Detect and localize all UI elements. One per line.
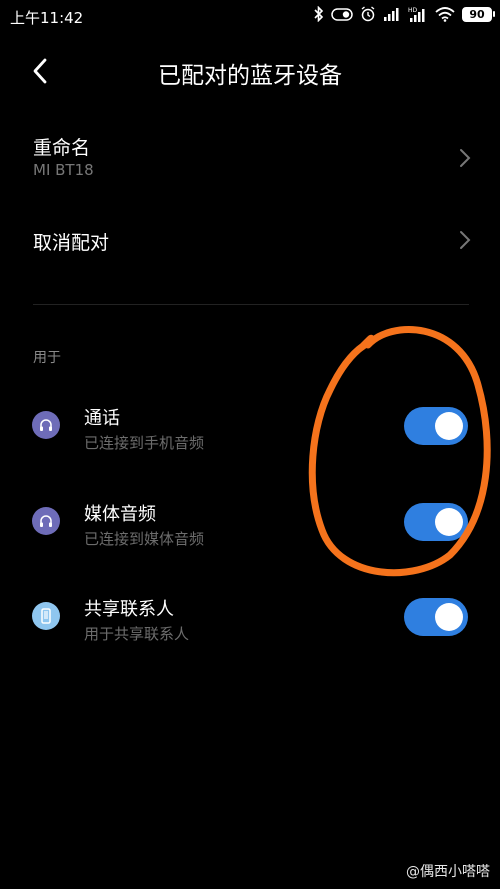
call-toggle[interactable]: [404, 407, 468, 445]
toggle-knob: [435, 508, 463, 536]
status-time: 上午11:42: [10, 9, 84, 27]
profile-title: 通话: [84, 408, 120, 429]
profile-row-media[interactable]: 媒体音频 已连接到媒体音频: [0, 488, 500, 558]
status-bar: 上午11:42 HD 90: [0, 0, 500, 34]
profile-subtitle: 已连接到手机音频: [84, 434, 205, 452]
profile-subtitle: 已连接到媒体音频: [84, 530, 205, 548]
toggle-icon: [331, 7, 353, 21]
svg-text:HD: HD: [408, 7, 418, 14]
device-name: MI BT18: [33, 161, 94, 179]
unpair-row[interactable]: 取消配对: [0, 210, 500, 270]
profile-title: 媒体音频: [84, 504, 156, 525]
toggle-knob: [435, 603, 463, 631]
hd-signal-icon: HD: [408, 6, 428, 22]
profile-row-call[interactable]: 通话 已连接到手机音频: [0, 392, 500, 462]
battery-level: 90: [469, 7, 485, 21]
bluetooth-icon: [314, 6, 324, 22]
alarm-icon: [360, 6, 376, 22]
wifi-icon: [435, 6, 455, 22]
headphones-icon: [32, 507, 60, 535]
profile-title: 共享联系人: [84, 599, 174, 620]
battery-icon: 90: [462, 6, 495, 22]
chevron-right-icon: [460, 231, 471, 249]
watermark: @偶西小嗒嗒: [406, 864, 490, 880]
share-contacts-toggle[interactable]: [404, 598, 468, 636]
signal-icon: [383, 7, 401, 21]
rename-label: 重命名: [33, 137, 91, 159]
section-label: 用于: [33, 350, 61, 366]
profile-row-contacts[interactable]: 共享联系人 用于共享联系人: [0, 583, 500, 653]
status-icons: HD 90: [314, 6, 495, 22]
chevron-right-icon: [460, 149, 471, 167]
toggle-knob: [435, 412, 463, 440]
rename-row[interactable]: 重命名 MI BT18: [0, 120, 500, 200]
phone-device-icon: [32, 602, 60, 630]
divider: [33, 304, 469, 305]
unpair-label: 取消配对: [33, 232, 110, 254]
page-title: 已配对的蓝牙设备: [158, 63, 342, 89]
profile-subtitle: 用于共享联系人: [84, 625, 190, 643]
media-audio-toggle[interactable]: [404, 503, 468, 541]
headphones-icon: [32, 411, 60, 439]
